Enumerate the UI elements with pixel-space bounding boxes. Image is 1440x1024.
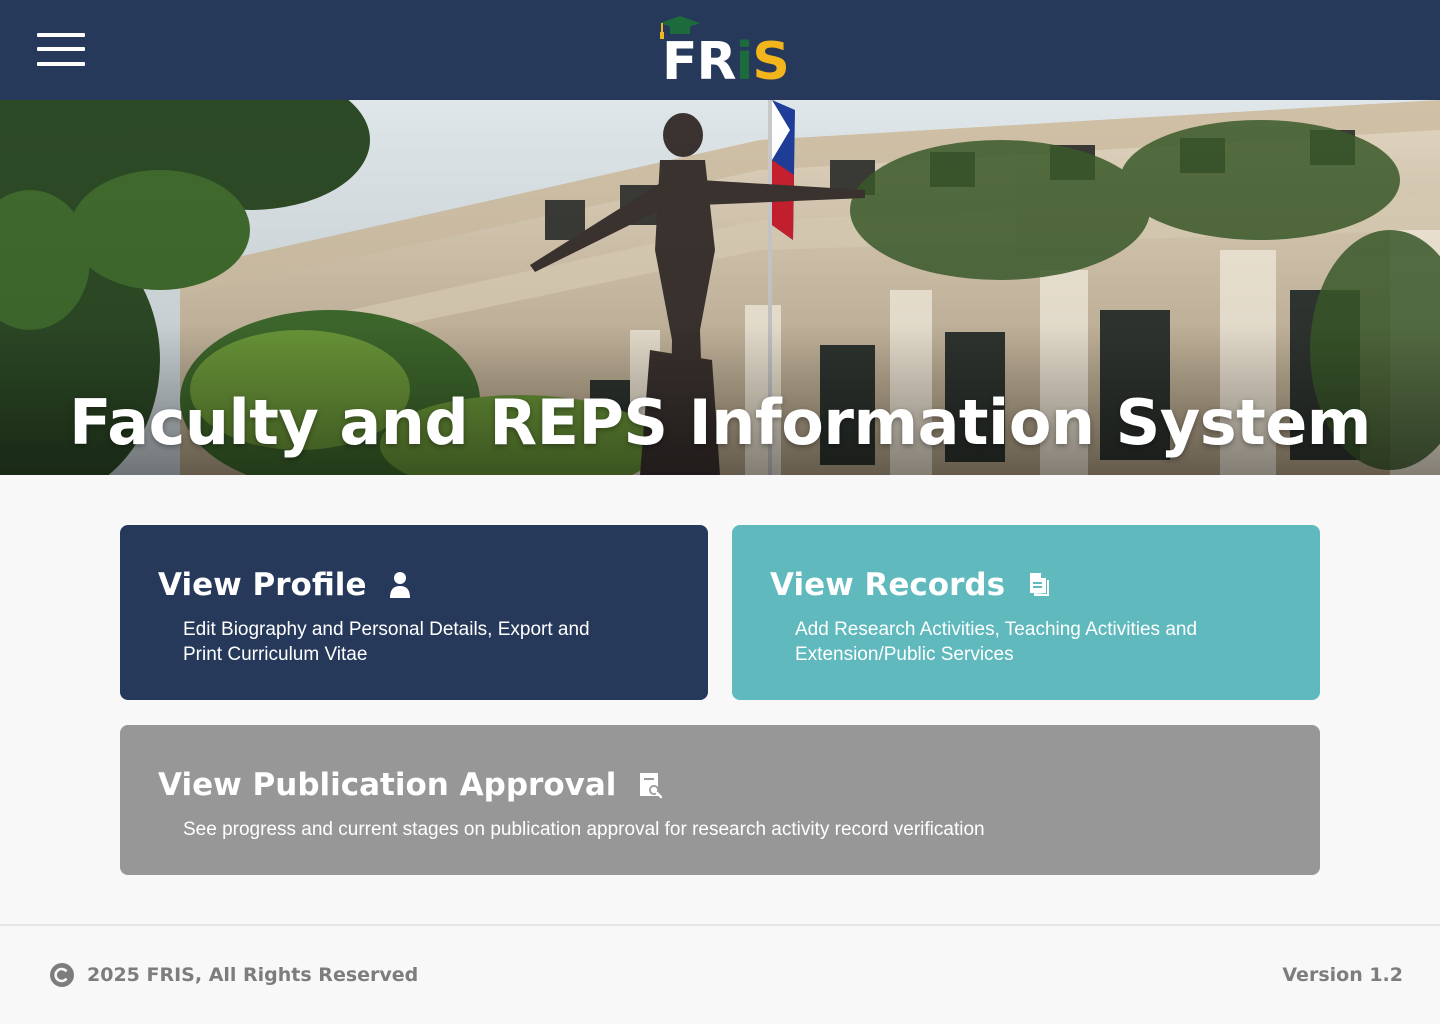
- copyright-text: 2025 FRIS, All Rights Reserved: [87, 964, 419, 986]
- view-profile-title: View Profile: [158, 567, 367, 603]
- menu-line: [37, 33, 85, 37]
- version-label: Version 1.2: [1282, 964, 1403, 986]
- view-records-heading: View Records: [770, 565, 1051, 605]
- hero-banner: Faculty and REPS Information System: [0, 100, 1440, 475]
- hamburger-menu-icon[interactable]: [37, 33, 85, 66]
- view-records-description: Add Research Activities, Teaching Activi…: [795, 619, 1198, 665]
- view-profile-heading: View Profile: [158, 565, 412, 605]
- view-records-title: View Records: [770, 567, 1006, 603]
- copyright-notice: 2025 FRIS, All Rights Reserved: [50, 962, 418, 988]
- logo-part-s: S: [752, 32, 789, 92]
- logo-wordmark: FRiS: [662, 32, 790, 92]
- user-icon: [388, 571, 412, 599]
- view-publication-approval-heading: View Publication Approval: [158, 765, 663, 805]
- view-profile-description: Edit Biography and Personal Details, Exp…: [183, 619, 590, 665]
- fris-logo[interactable]: FRiS: [656, 14, 790, 90]
- menu-line: [37, 47, 85, 51]
- footer-divider: [0, 924, 1440, 926]
- document-search-icon: [638, 771, 663, 799]
- document-icon: [1027, 571, 1051, 599]
- menu-line: [37, 62, 85, 66]
- view-profile-card[interactable]: View Profile Edit Biography and Personal…: [120, 525, 708, 700]
- page-title: Faculty and REPS Information System: [69, 386, 1371, 459]
- top-navbar: FRiS: [0, 0, 1440, 100]
- view-publication-approval-card[interactable]: View Publication Approval See progress a…: [120, 725, 1320, 875]
- view-records-card[interactable]: View Records Add Research Activities, Te…: [732, 525, 1320, 700]
- copyright-icon: [50, 963, 74, 987]
- logo-part-i: i: [735, 32, 754, 92]
- view-publication-approval-title: View Publication Approval: [158, 767, 617, 803]
- view-publication-approval-description: See progress and current stages on publi…: [183, 819, 985, 840]
- logo-part-fr: FR: [662, 32, 737, 92]
